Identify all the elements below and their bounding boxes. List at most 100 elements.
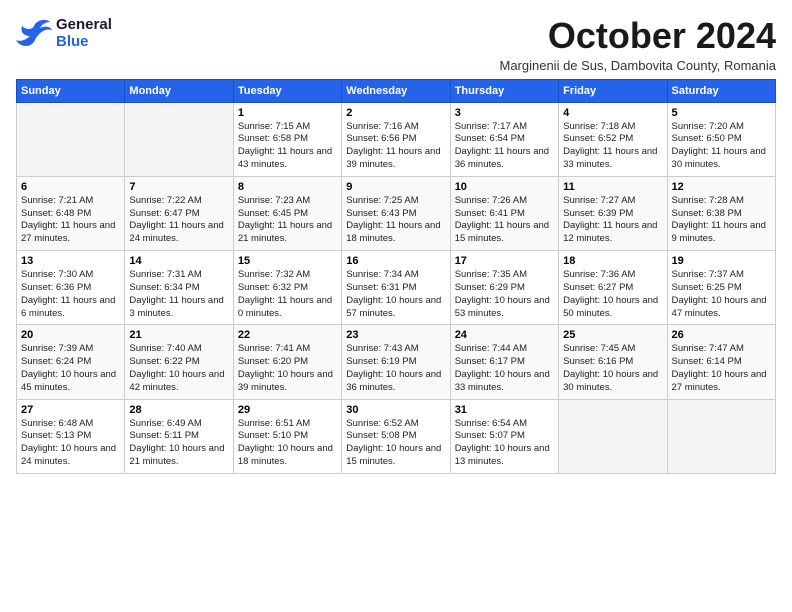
day-number: 16 — [346, 255, 445, 267]
weekday-header-monday: Monday — [125, 79, 233, 102]
calendar-cell: 29 Sunrise: 6:51 AMSunset: 5:10 PMDayligh… — [233, 399, 341, 473]
calendar-row-2: 6Sunrise: 7:21 AMSunset: 6:48 PMDaylight… — [17, 176, 776, 250]
day-number: 12 — [672, 181, 771, 193]
day-number: 21 — [129, 329, 228, 341]
logo: General Blue — [16, 16, 112, 50]
cell-text: Sunrise: 7:47 AMSunset: 6:14 PMDaylight:… — [672, 343, 771, 394]
calendar-cell: 26 Sunrise: 7:47 AMSunset: 6:14 PMDayligh… — [667, 325, 775, 399]
day-number: 10 — [455, 181, 554, 193]
day-number: 4 — [563, 107, 662, 119]
cell-text: Sunrise: 7:43 AMSunset: 6:19 PMDaylight:… — [346, 343, 445, 394]
calendar-cell: 10 Sunrise: 7:26 AMSunset: 6:41 PMDayligh… — [450, 176, 558, 250]
location: Marginenii de Sus, Dambovita County, Rom… — [499, 58, 776, 73]
calendar-cell: 9Sunrise: 7:25 AMSunset: 6:43 PMDaylight… — [342, 176, 450, 250]
cell-text: Sunrise: 7:15 AMSunset: 6:58 PMDaylight:… — [238, 121, 337, 172]
day-number: 26 — [672, 329, 771, 341]
day-number: 14 — [129, 255, 228, 267]
cell-text: Sunrise: 7:40 AMSunset: 6:22 PMDaylight:… — [129, 343, 228, 394]
calendar-cell: 3 Sunrise: 7:17 AMSunset: 6:54 PMDaylight… — [450, 102, 558, 176]
day-number: 7 — [129, 181, 228, 193]
calendar-cell: 22 Sunrise: 7:41 AMSunset: 6:20 PMDayligh… — [233, 325, 341, 399]
cell-text: Sunrise: 7:41 AMSunset: 6:20 PMDaylight:… — [238, 343, 337, 394]
calendar-cell — [17, 102, 125, 176]
weekday-header-row: SundayMondayTuesdayWednesdayThursdayFrid… — [17, 79, 776, 102]
cell-text: Sunrise: 6:54 AMSunset: 5:07 PMDaylight:… — [455, 418, 554, 469]
weekday-header-wednesday: Wednesday — [342, 79, 450, 102]
calendar-cell: 20 Sunrise: 7:39 AMSunset: 6:24 PMDayligh… — [17, 325, 125, 399]
calendar-table: SundayMondayTuesdayWednesdayThursdayFrid… — [16, 79, 776, 474]
cell-text: Sunrise: 7:26 AMSunset: 6:41 PMDaylight:… — [455, 195, 554, 246]
cell-text: Sunrise: 7:35 AMSunset: 6:29 PMDaylight:… — [455, 269, 554, 320]
day-number: 18 — [563, 255, 662, 267]
day-number: 8 — [238, 181, 337, 193]
cell-text: Sunrise: 7:36 AMSunset: 6:27 PMDaylight:… — [563, 269, 662, 320]
cell-text: Sunrise: 7:34 AMSunset: 6:31 PMDaylight:… — [346, 269, 445, 320]
logo-icon — [16, 18, 52, 48]
calendar-cell: 25Sunrise: 7:45 AMSunset: 6:16 PMDayligh… — [559, 325, 667, 399]
weekday-header-sunday: Sunday — [17, 79, 125, 102]
cell-text: Sunrise: 7:17 AMSunset: 6:54 PMDaylight:… — [455, 121, 554, 172]
calendar-cell: 19 Sunrise: 7:37 AMSunset: 6:25 PMDayligh… — [667, 251, 775, 325]
calendar-cell: 13 Sunrise: 7:30 AMSunset: 6:36 PMDayligh… — [17, 251, 125, 325]
cell-text: Sunrise: 7:39 AMSunset: 6:24 PMDaylight:… — [21, 343, 120, 394]
day-number: 20 — [21, 329, 120, 341]
calendar-cell: 27 Sunrise: 6:48 AMSunset: 5:13 PMDayligh… — [17, 399, 125, 473]
day-number: 23 — [346, 329, 445, 341]
day-number: 29 — [238, 404, 337, 416]
day-number: 28 — [129, 404, 228, 416]
calendar-cell: 6Sunrise: 7:21 AMSunset: 6:48 PMDaylight… — [17, 176, 125, 250]
cell-text: Sunrise: 7:27 AMSunset: 6:39 PMDaylight:… — [563, 195, 662, 246]
calendar-cell: 5Sunrise: 7:20 AMSunset: 6:50 PMDaylight… — [667, 102, 775, 176]
calendar-cell: 24 Sunrise: 7:44 AMSunset: 6:17 PMDayligh… — [450, 325, 558, 399]
cell-text: Sunrise: 7:21 AMSunset: 6:48 PMDaylight:… — [21, 195, 120, 246]
cell-text: Sunrise: 7:18 AMSunset: 6:52 PMDaylight:… — [563, 121, 662, 172]
cell-text: Sunrise: 7:28 AMSunset: 6:38 PMDaylight:… — [672, 195, 771, 246]
calendar-cell: 16 Sunrise: 7:34 AMSunset: 6:31 PMDayligh… — [342, 251, 450, 325]
calendar-cell — [559, 399, 667, 473]
day-number: 3 — [455, 107, 554, 119]
calendar-row-3: 13 Sunrise: 7:30 AMSunset: 6:36 PMDayligh… — [17, 251, 776, 325]
logo-text: General Blue — [56, 16, 112, 50]
calendar-cell: 18 Sunrise: 7:36 AMSunset: 6:27 PMDayligh… — [559, 251, 667, 325]
weekday-header-friday: Friday — [559, 79, 667, 102]
cell-text: Sunrise: 7:31 AMSunset: 6:34 PMDaylight:… — [129, 269, 228, 320]
calendar-cell — [125, 102, 233, 176]
cell-text: Sunrise: 7:44 AMSunset: 6:17 PMDaylight:… — [455, 343, 554, 394]
weekday-header-tuesday: Tuesday — [233, 79, 341, 102]
day-number: 19 — [672, 255, 771, 267]
cell-text: Sunrise: 7:25 AMSunset: 6:43 PMDaylight:… — [346, 195, 445, 246]
cell-text: Sunrise: 7:23 AMSunset: 6:45 PMDaylight:… — [238, 195, 337, 246]
calendar-cell: 2 Sunrise: 7:16 AMSunset: 6:56 PMDaylight… — [342, 102, 450, 176]
calendar-cell: 31 Sunrise: 6:54 AMSunset: 5:07 PMDayligh… — [450, 399, 558, 473]
calendar-cell: 23 Sunrise: 7:43 AMSunset: 6:19 PMDayligh… — [342, 325, 450, 399]
day-number: 17 — [455, 255, 554, 267]
cell-text: Sunrise: 6:51 AMSunset: 5:10 PMDaylight:… — [238, 418, 337, 469]
calendar-cell: 14 Sunrise: 7:31 AMSunset: 6:34 PMDayligh… — [125, 251, 233, 325]
cell-text: Sunrise: 6:49 AMSunset: 5:11 PMDaylight:… — [129, 418, 228, 469]
cell-text: Sunrise: 7:30 AMSunset: 6:36 PMDaylight:… — [21, 269, 120, 320]
cell-text: Sunrise: 7:22 AMSunset: 6:47 PMDaylight:… — [129, 195, 228, 246]
calendar-cell — [667, 399, 775, 473]
day-number: 24 — [455, 329, 554, 341]
day-number: 13 — [21, 255, 120, 267]
day-number: 1 — [238, 107, 337, 119]
cell-text: Sunrise: 7:16 AMSunset: 6:56 PMDaylight:… — [346, 121, 445, 172]
cell-text: Sunrise: 6:48 AMSunset: 5:13 PMDaylight:… — [21, 418, 120, 469]
calendar-cell: 17 Sunrise: 7:35 AMSunset: 6:29 PMDayligh… — [450, 251, 558, 325]
calendar-cell: 11Sunrise: 7:27 AMSunset: 6:39 PMDayligh… — [559, 176, 667, 250]
calendar-cell: 30Sunrise: 6:52 AMSunset: 5:08 PMDayligh… — [342, 399, 450, 473]
day-number: 31 — [455, 404, 554, 416]
day-number: 2 — [346, 107, 445, 119]
day-number: 27 — [21, 404, 120, 416]
weekday-header-thursday: Thursday — [450, 79, 558, 102]
day-number: 30 — [346, 404, 445, 416]
calendar-row-1: 1 Sunrise: 7:15 AMSunset: 6:58 PMDaylight… — [17, 102, 776, 176]
cell-text: Sunrise: 7:37 AMSunset: 6:25 PMDaylight:… — [672, 269, 771, 320]
day-number: 15 — [238, 255, 337, 267]
weekday-header-saturday: Saturday — [667, 79, 775, 102]
calendar-row-4: 20 Sunrise: 7:39 AMSunset: 6:24 PMDayligh… — [17, 325, 776, 399]
calendar-cell: 4 Sunrise: 7:18 AMSunset: 6:52 PMDaylight… — [559, 102, 667, 176]
calendar-cell: 1 Sunrise: 7:15 AMSunset: 6:58 PMDaylight… — [233, 102, 341, 176]
cell-text: Sunrise: 7:45 AMSunset: 6:16 PMDaylight:… — [563, 343, 662, 394]
day-number: 22 — [238, 329, 337, 341]
